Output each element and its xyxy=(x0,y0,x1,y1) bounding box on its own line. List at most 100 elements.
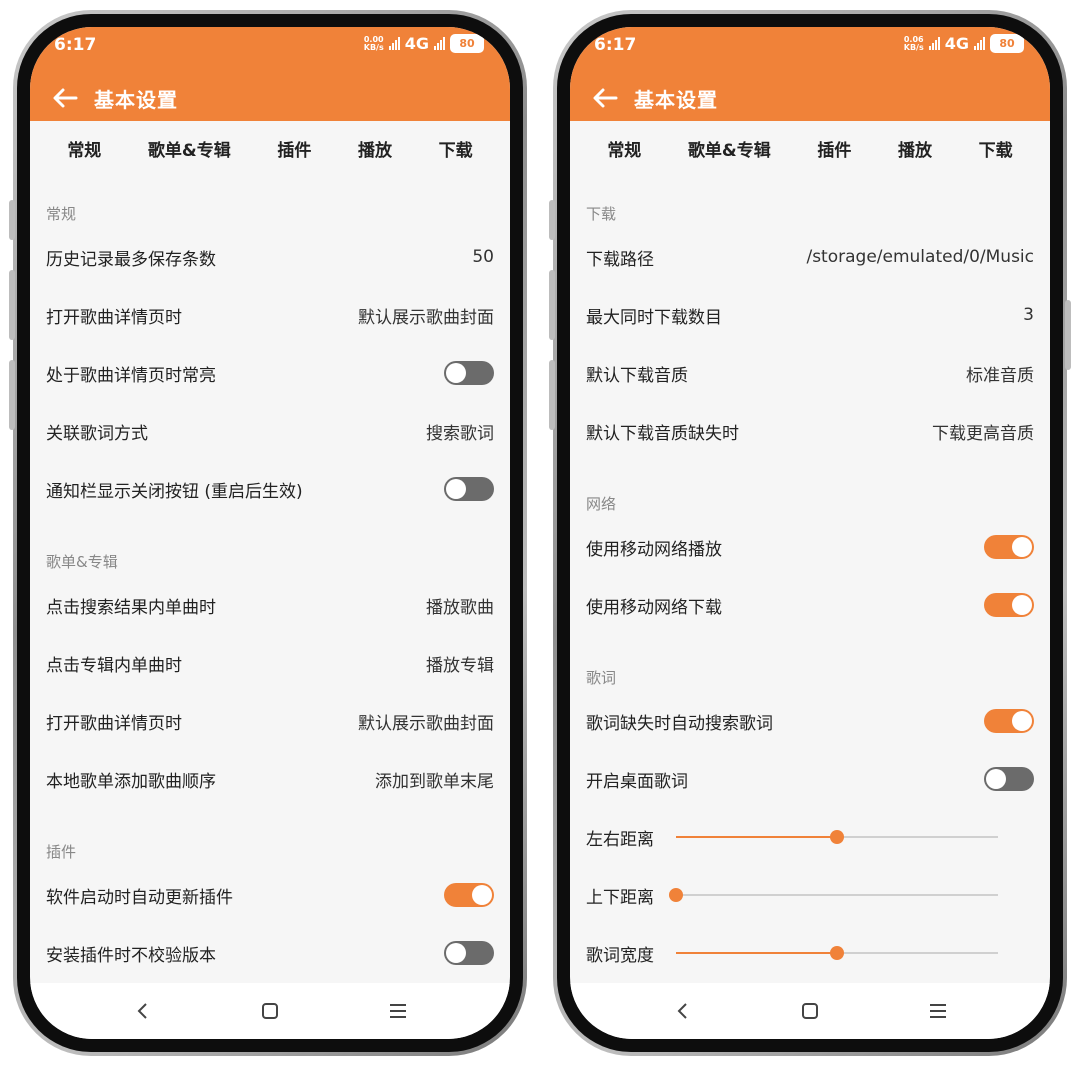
setting-value: 播放专辑 xyxy=(426,655,494,676)
setting-label: 最大同时下载数目 xyxy=(586,307,722,328)
setting-label: 处于歌曲详情页时常亮 xyxy=(46,365,216,386)
setting-no-verify-version: 安装插件时不校验版本 xyxy=(46,933,494,973)
setting-value: /storage/emulated/0/Music xyxy=(806,247,1034,267)
nav-menu-icon[interactable] xyxy=(923,996,953,1026)
setting-label: 关联歌词方式 xyxy=(46,423,148,444)
setting-open-detail-2[interactable]: 打开歌曲详情页时 默认展示歌曲封面 xyxy=(46,701,494,741)
auto-search-lyrics-toggle[interactable] xyxy=(984,709,1034,733)
tab-plugin[interactable]: 插件 xyxy=(277,136,311,161)
setting-value: 3 xyxy=(1023,305,1034,325)
network-type: 4G xyxy=(944,34,969,53)
status-bar: 6:17 0.06 KB/s 4G 80 xyxy=(570,27,1050,61)
tab-playlist-album[interactable]: 歌单&专辑 xyxy=(148,136,231,161)
setting-mobile-play: 使用移动网络播放 xyxy=(586,527,1034,567)
section-download: 下载 xyxy=(586,205,617,223)
setting-value: 搜索歌词 xyxy=(426,423,494,444)
setting-label: 本地歌单添加歌曲顺序 xyxy=(46,771,216,792)
side-button xyxy=(549,270,555,340)
section-plugin: 插件 xyxy=(46,843,77,861)
top-bar: 6:17 0.06 KB/s 4G 80 基本设置 xyxy=(570,27,1050,121)
tab-download[interactable]: 下载 xyxy=(979,136,1013,161)
setting-label: 软件启动时自动更新插件 xyxy=(46,887,233,908)
tab-playback[interactable]: 播放 xyxy=(898,136,932,161)
side-button xyxy=(9,200,15,240)
net-speed-unit: KB/s xyxy=(363,42,384,52)
setting-label: 默认下载音质 xyxy=(586,365,688,386)
setting-notification-close: 通知栏显示关闭按钮 (重启后生效) xyxy=(46,469,494,509)
nav-home-icon[interactable] xyxy=(795,996,825,1026)
side-button xyxy=(9,270,15,340)
nav-back-icon[interactable] xyxy=(128,996,158,1026)
nav-menu-icon[interactable] xyxy=(383,996,413,1026)
nav-home-icon[interactable] xyxy=(255,996,285,1026)
side-button xyxy=(1065,300,1071,370)
setting-download-path[interactable]: 下载路径/storage/emulated/0/Music xyxy=(586,237,1034,277)
setting-auto-search-lyrics: 歌词缺失时自动搜索歌词 xyxy=(586,701,1034,741)
setting-label: 左右距离 xyxy=(586,829,654,850)
nav-back-icon[interactable] xyxy=(668,996,698,1026)
tab-playback[interactable]: 播放 xyxy=(358,136,392,161)
net-speed: 0.00 KB/s xyxy=(363,35,384,52)
setting-label: 歌词缺失时自动搜索歌词 xyxy=(586,713,773,734)
status-time: 6:17 xyxy=(594,35,637,55)
setting-mobile-download: 使用移动网络下载 xyxy=(586,585,1034,625)
tab-playlist-album[interactable]: 歌单&专辑 xyxy=(688,136,771,161)
phone-bezel: 6:17 0.00 KB/s 4G 80 基本设置 常规 歌单&专辑 插件 播放… xyxy=(17,14,523,1052)
page-title: 基本设置 xyxy=(634,88,718,112)
top-bar: 6:17 0.00 KB/s 4G 80 基本设置 xyxy=(30,27,510,121)
setting-label: 开启桌面歌词 xyxy=(586,771,688,792)
no-verify-toggle[interactable] xyxy=(444,941,494,965)
net-speed: 0.06 KB/s xyxy=(903,35,924,52)
section-general: 常规 xyxy=(46,205,77,223)
setting-lyric-link[interactable]: 关联歌词方式 搜索歌词 xyxy=(46,411,494,451)
status-bar: 6:17 0.00 KB/s 4G 80 xyxy=(30,27,510,61)
signal-icon xyxy=(388,37,400,50)
desktop-lyrics-toggle[interactable] xyxy=(984,767,1034,791)
tab-plugin[interactable]: 插件 xyxy=(817,136,851,161)
mobile-download-toggle[interactable] xyxy=(984,593,1034,617)
setting-click-album[interactable]: 点击专辑内单曲时 播放专辑 xyxy=(46,643,494,683)
setting-keep-screen-on: 处于歌曲详情页时常亮 xyxy=(46,353,494,393)
setting-quality-missing[interactable]: 默认下载音质缺失时 下载更高音质 xyxy=(586,411,1034,451)
lr-distance-slider[interactable] xyxy=(676,827,998,847)
status-time: 6:17 xyxy=(54,35,97,55)
battery-icon: 80 xyxy=(990,34,1024,53)
status-right: 0.00 KB/s 4G 80 xyxy=(364,34,484,53)
setting-label: 历史记录最多保存条数 xyxy=(46,249,216,270)
back-arrow-icon[interactable] xyxy=(50,83,80,113)
setting-history-limit[interactable]: 历史记录最多保存条数 50 xyxy=(46,237,494,277)
nav-bar xyxy=(30,983,510,1039)
page-title: 基本设置 xyxy=(94,88,178,112)
app-bar: 基本设置 xyxy=(30,77,510,121)
setting-value: 默认展示歌曲封面 xyxy=(358,713,494,734)
setting-max-downloads[interactable]: 最大同时下载数目 3 xyxy=(586,295,1034,335)
lyric-width-slider[interactable] xyxy=(676,943,998,963)
side-button xyxy=(549,200,555,240)
right-phone: 6:17 0.06 KB/s 4G 80 基本设置 常规 歌单&专辑 插件 播放… xyxy=(549,10,1071,1056)
setting-label: 点击搜索结果内单曲时 xyxy=(46,597,216,618)
tab-bar: 常规 歌单&专辑 插件 播放 下载 xyxy=(30,121,510,175)
tab-general[interactable]: 常规 xyxy=(607,136,641,161)
setting-local-add-order[interactable]: 本地歌单添加歌曲顺序 添加到歌单末尾 xyxy=(46,759,494,799)
setting-label: 使用移动网络下载 xyxy=(586,597,722,618)
setting-open-detail[interactable]: 打开歌曲详情页时 默认展示歌曲封面 xyxy=(46,295,494,335)
setting-download-quality[interactable]: 默认下载音质 标准音质 xyxy=(586,353,1034,393)
setting-value: 下载更高音质 xyxy=(932,423,1034,444)
tab-general[interactable]: 常规 xyxy=(67,136,101,161)
tab-download[interactable]: 下载 xyxy=(439,136,473,161)
net-speed-unit: KB/s xyxy=(903,42,924,52)
setting-click-search[interactable]: 点击搜索结果内单曲时 播放歌曲 xyxy=(46,585,494,625)
setting-label: 安装插件时不校验版本 xyxy=(46,945,216,966)
setting-label: 打开歌曲详情页时 xyxy=(46,713,182,734)
notification-close-toggle[interactable] xyxy=(444,477,494,501)
ud-distance-slider[interactable] xyxy=(669,885,998,905)
status-right: 0.06 KB/s 4G 80 xyxy=(904,34,1024,53)
battery-icon: 80 xyxy=(450,34,484,53)
phone-bezel: 6:17 0.06 KB/s 4G 80 基本设置 常规 歌单&专辑 插件 播放… xyxy=(557,14,1063,1052)
signal-icon xyxy=(974,37,985,50)
back-arrow-icon[interactable] xyxy=(590,83,620,113)
mobile-play-toggle[interactable] xyxy=(984,535,1034,559)
auto-update-toggle[interactable] xyxy=(444,883,494,907)
keep-screen-on-toggle[interactable] xyxy=(444,361,494,385)
signal-icon xyxy=(434,37,445,50)
